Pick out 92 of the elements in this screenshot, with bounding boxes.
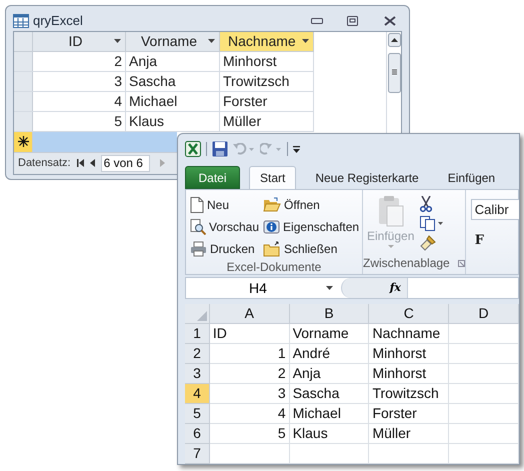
record-field[interactable]: 6 von 6 (100, 154, 150, 172)
query-icon (13, 14, 29, 28)
previous-record-icon[interactable] (90, 159, 95, 167)
table-cell: Sascha (290, 384, 370, 404)
table-cell: Trowitzsch (220, 72, 314, 90)
new-record-selector[interactable] (14, 132, 33, 152)
printer-icon (190, 240, 207, 256)
table-cell: 3 (210, 384, 290, 404)
ribbon-tab[interactable]: Neue Registerkarte (305, 166, 429, 189)
open-folder-icon (263, 196, 282, 212)
spreadsheet-app-icon[interactable] (185, 141, 201, 158)
column-header[interactable]: C (369, 304, 450, 324)
scroll-thumb-icon[interactable] (388, 52, 400, 92)
ribbon-button[interactable]: Schließen (263, 239, 360, 258)
table-cell: Minhorst (220, 52, 314, 70)
table-cell: André (290, 344, 370, 364)
table-cell: 2 (210, 364, 290, 384)
name-box[interactable]: H4 (186, 278, 341, 298)
first-record-icon[interactable] (76, 159, 84, 167)
corner-triangle-icon (196, 311, 207, 321)
document-icon (190, 196, 204, 212)
column-header[interactable]: B (290, 304, 370, 324)
table-cell: Anja (126, 52, 220, 70)
table-cell: 4 (33, 92, 126, 110)
table-cell: Trowitzsch (369, 384, 450, 404)
column-header[interactable]: A (210, 304, 290, 324)
table-cell: Minhorst (369, 344, 450, 364)
file-tab[interactable]: Datei (185, 166, 240, 189)
info-icon (263, 218, 280, 234)
row-header[interactable]: 2 (185, 344, 210, 364)
table-cell: Nachname (369, 324, 450, 344)
save-icon[interactable] (212, 141, 228, 158)
table-cell: Minhorst (369, 364, 450, 384)
table-cell: Forster (220, 92, 314, 110)
table-cell: 3 (33, 72, 126, 90)
row-header[interactable]: 1 (185, 324, 210, 344)
ribbon-button[interactable]: Drucken (190, 239, 260, 258)
row-header[interactable]: 4 (185, 384, 210, 404)
table-cell: 4 (210, 404, 290, 424)
table-cell: 1 (210, 344, 290, 364)
restore-icon[interactable] (347, 16, 358, 26)
dropdown-caret-icon[interactable] (302, 39, 309, 43)
ribbon-button[interactable]: Eigenschaften (263, 217, 360, 236)
table-cell: Michael (290, 404, 370, 424)
table-cell: ID (210, 324, 290, 344)
table-cell: Forster (369, 404, 450, 424)
row-header[interactable]: 5 (185, 404, 210, 424)
navigation-label: Datensatz: (18, 156, 71, 171)
scroll-up-icon[interactable] (388, 32, 400, 46)
insert-function-button[interactable]: fx (390, 280, 401, 296)
font-name-field[interactable]: Calibr (470, 199, 519, 220)
table-cell: Michael (126, 92, 220, 110)
brush-icon[interactable] (420, 235, 436, 251)
row-header[interactable]: 7 (185, 444, 210, 464)
column-header[interactable]: Nachname (220, 32, 314, 50)
ribbon-button[interactable]: Neu (190, 195, 260, 214)
dropdown-caret-icon[interactable] (114, 39, 121, 43)
folder-icon (263, 240, 282, 256)
column-header[interactable]: ID (33, 32, 126, 50)
table-cell: Vorname (290, 324, 370, 344)
close-icon[interactable] (384, 16, 396, 26)
group-label: Excel-Dokumente (226, 259, 322, 276)
magnifier-page-icon (190, 218, 206, 234)
window-title: qryExcel (33, 12, 83, 30)
table-cell: 5 (210, 424, 290, 444)
row-header[interactable]: 3 (185, 364, 210, 384)
row-header[interactable]: 6 (185, 424, 210, 444)
ribbon-tab[interactable]: Einfügen (438, 166, 506, 189)
table-cell: Sascha (126, 72, 220, 90)
table-cell: Klaus (290, 424, 370, 444)
group-label: Zwischenablage (363, 255, 450, 272)
minimize-icon[interactable] (311, 18, 323, 24)
asterisk-icon (18, 136, 28, 147)
table-cell: 2 (33, 52, 126, 70)
table-cell: 5 (33, 112, 126, 130)
scissors-icon[interactable] (420, 196, 432, 212)
bold-button[interactable]: F (474, 231, 489, 250)
table-cell: Klaus (126, 112, 220, 130)
table-cell: Müller (369, 424, 450, 444)
caret-icon (388, 245, 394, 248)
table-cell: Müller (220, 112, 314, 130)
ribbon-button[interactable]: Öffnen (263, 195, 360, 214)
dialog-launcher-icon[interactable] (458, 260, 465, 266)
ribbon-tab[interactable]: Start (249, 166, 296, 189)
ribbon-button[interactable]: Vorschau (190, 217, 260, 236)
clipboard-icon (378, 195, 404, 227)
dropdown-caret-icon[interactable] (326, 286, 333, 290)
copy-icon[interactable] (420, 216, 444, 231)
dropdown-caret-icon[interactable] (208, 39, 215, 43)
customize-toolbar-icon[interactable] (293, 146, 300, 153)
column-header[interactable]: D (449, 304, 519, 324)
table-cell: Anja (290, 364, 370, 384)
